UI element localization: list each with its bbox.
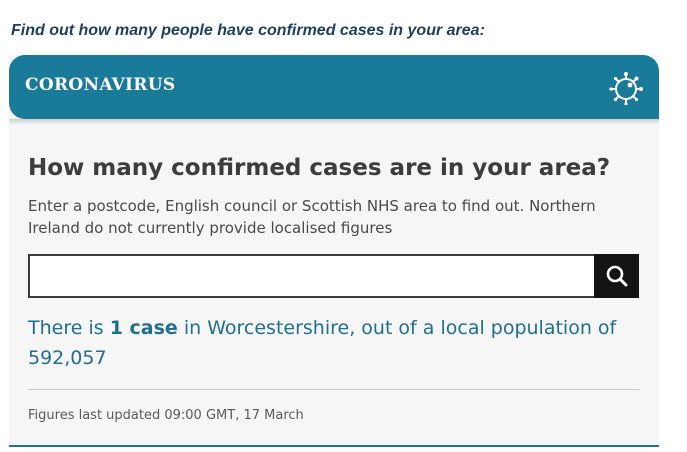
- case-count-result: There is 1 case in Worcestershire, out o…: [28, 313, 628, 373]
- last-updated-text: Figures last updated 09:00 GMT, 17 March: [28, 408, 304, 423]
- search-icon: [606, 265, 627, 287]
- banner-title: CORONAVIRUS: [25, 75, 176, 95]
- widget-description: Enter a postcode, English council or Sco…: [28, 197, 596, 237]
- divider: [28, 389, 639, 390]
- result-prefix: There is: [28, 317, 110, 339]
- intro-text: Find out how many people have confirmed …: [11, 22, 485, 39]
- result-case-count: 1 case: [109, 317, 178, 339]
- widget-banner: CORONAVIRUS: [9, 55, 659, 119]
- postcode-search-input[interactable]: [28, 254, 598, 298]
- virus-icon: [609, 72, 643, 105]
- search-row: [28, 254, 639, 298]
- widget-heading: How many confirmed cases are in your are…: [28, 155, 611, 181]
- search-button[interactable]: [594, 254, 639, 298]
- banner-shadow: [9, 119, 659, 125]
- coronavirus-widget: CORONAVIRUS How many confirmed cases are…: [9, 55, 659, 447]
